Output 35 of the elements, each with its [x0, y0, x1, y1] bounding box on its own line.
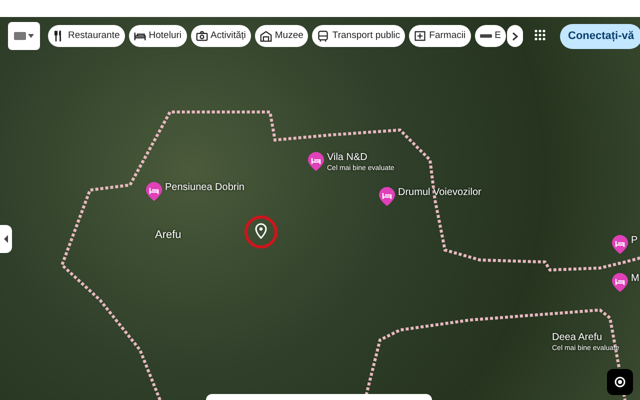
keyboard-icon — [14, 32, 26, 40]
bed-icon — [134, 30, 146, 42]
pharmacy-icon — [414, 30, 426, 42]
hotel-pin-icon[interactable] — [612, 235, 628, 254]
category-chip[interactable]: Restaurante — [48, 25, 125, 47]
location-target-icon — [613, 375, 627, 389]
hotel-pin-icon[interactable] — [308, 152, 324, 171]
apps-grid-icon[interactable] — [534, 29, 546, 41]
category-chip[interactable]: Hoteluri — [128, 25, 187, 47]
chevron-left-icon — [4, 235, 8, 243]
place-label[interactable]: Pensiunea Dobrin — [165, 182, 244, 193]
category-chip[interactable]: Muzee — [254, 25, 308, 47]
category-chip[interactable]: Farmacii — [409, 25, 471, 47]
place-label[interactable]: P — [631, 235, 638, 246]
place-label[interactable]: Deea Arefu — [552, 332, 620, 343]
caret-icon — [28, 34, 34, 38]
camera-icon — [196, 30, 208, 42]
place-label[interactable]: M — [631, 273, 640, 284]
category-chip[interactable]: Activități — [190, 25, 251, 47]
keyboard-button[interactable] — [8, 22, 40, 50]
sign-in-button[interactable]: Conectați-vă — [560, 24, 640, 49]
place-label[interactable]: Vila N&D — [327, 152, 394, 163]
hotel-pin-icon[interactable] — [612, 273, 628, 292]
satellite-map[interactable] — [0, 17, 640, 400]
hotel-pin-icon[interactable] — [146, 182, 162, 201]
category-chip[interactable]: Transport public — [312, 25, 406, 47]
chevron-right-icon — [512, 32, 518, 40]
bus-icon — [317, 30, 330, 42]
collapse-panel-button[interactable] — [0, 225, 12, 253]
museum-icon — [260, 30, 272, 42]
hotel-pin-icon[interactable] — [379, 187, 395, 206]
place-label[interactable]: Drumul Voievozilor — [398, 187, 482, 198]
circle-mark — [243, 214, 279, 250]
my-location-button[interactable] — [607, 369, 633, 395]
place-label[interactable]: Arefu — [155, 230, 182, 241]
